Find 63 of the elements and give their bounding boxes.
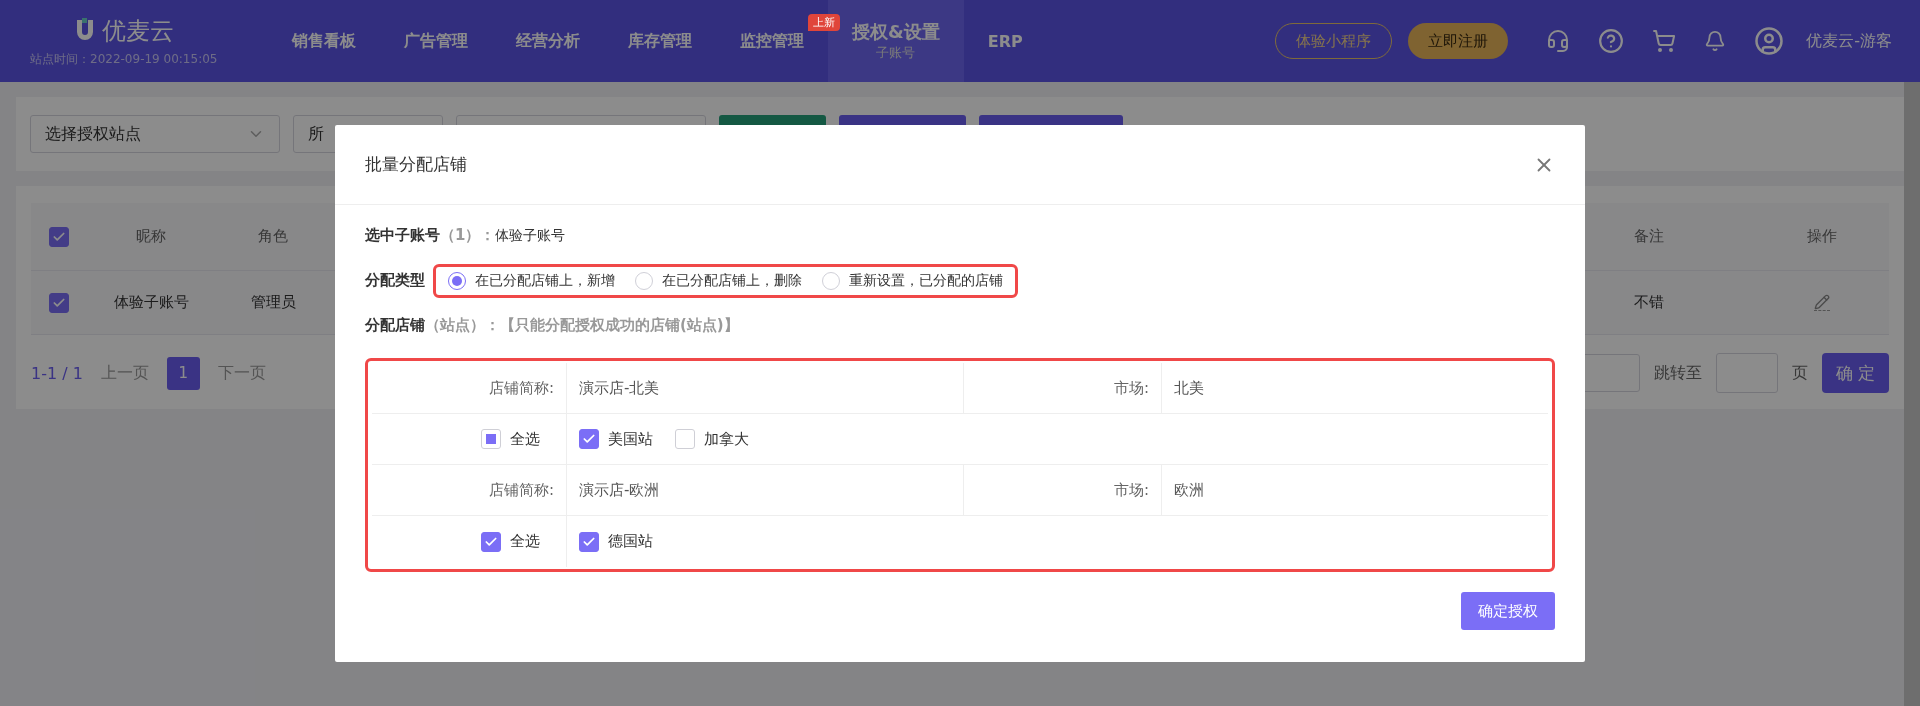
checkbox[interactable] (675, 429, 695, 449)
column-header: 备注 (1633, 227, 1665, 246)
confirm-button[interactable]: 确 定 (1821, 353, 1889, 393)
checkbox[interactable] (48, 292, 69, 313)
new-badge: 上新 (808, 14, 840, 31)
avatar-icon[interactable] (1754, 26, 1785, 56)
register-button[interactable]: 立即注册 (1408, 23, 1509, 59)
nav-tab[interactable]: 广告管理 (380, 0, 492, 82)
dialog-title: 批量分配店铺 (365, 153, 467, 176)
table-cell: 欧洲 (1162, 465, 1548, 516)
table-cell: 演示店-欧洲 (567, 465, 964, 516)
radio-label: 在已分配店铺上，删除 (662, 271, 802, 290)
table-cell: 北美 (1162, 363, 1548, 414)
table-cell: 店铺简称: (372, 363, 567, 414)
hint-text: 【只能分配授权成功的店铺(站点)】 (500, 316, 739, 335)
checkbox-label: 加拿大 (704, 429, 749, 449)
nav-tab[interactable]: 经营分析 (492, 0, 604, 82)
column-header: 操作 (1805, 227, 1838, 246)
headset-icon[interactable] (1546, 29, 1571, 53)
table-cell: 市场: (964, 465, 1162, 516)
checkbox-label: 全选 (510, 429, 540, 449)
field-label: 分配类型 (365, 271, 425, 290)
page-unit: 页 (1791, 362, 1808, 384)
radio-label: 在已分配店铺上，新增 (475, 271, 615, 290)
table-cell-text: 体验子账号 (112, 293, 190, 312)
confirm-authorize-button[interactable]: 确定授权 (1461, 592, 1555, 630)
jump-label: 跳转至 (1653, 362, 1702, 384)
checkbox[interactable] (48, 226, 69, 247)
checkbox-label: 德国站 (608, 532, 653, 551)
field-sublabel: （站点）： (425, 316, 500, 335)
nav-tab[interactable]: 库存管理 (604, 0, 716, 82)
table-cell-text: 不错 (1633, 293, 1665, 312)
logo-text: 优麦云 (102, 15, 174, 47)
checkbox-label: 美国站 (608, 429, 653, 449)
nav-tab[interactable]: 销售看板 (268, 0, 380, 82)
checkbox-label: 全选 (510, 532, 540, 551)
selected-account: 体验子账号 (495, 226, 566, 245)
user-name[interactable]: 优麦云-游客 (1806, 30, 1892, 52)
bell-icon[interactable] (1704, 30, 1727, 52)
page-button[interactable]: 1 (166, 356, 200, 390)
checkbox[interactable] (481, 429, 501, 449)
checkbox[interactable] (579, 531, 599, 552)
page-range: 1-1 / 1 (31, 363, 83, 383)
field-label: 选中子账号 (365, 226, 440, 245)
edit-icon[interactable] (1813, 294, 1830, 311)
table-cell: 演示店-北美 (567, 363, 964, 414)
checkbox[interactable] (579, 429, 599, 449)
check-icon (582, 432, 596, 446)
selected-count: （1）： (440, 226, 496, 245)
site-select[interactable]: 选择授权站点 (30, 115, 280, 153)
column-header: 角色 (257, 227, 289, 246)
cart-icon[interactable] (1652, 29, 1677, 53)
table-cell: 店铺简称: (372, 465, 567, 516)
column-header: 昵称 (135, 227, 167, 246)
radio-option[interactable]: 在已分配店铺上，新增 (448, 271, 615, 290)
field-label: 分配店铺 (365, 316, 425, 335)
table-cell: 市场: (964, 363, 1162, 414)
table-cell-text: 管理员 (249, 293, 297, 312)
help-icon[interactable] (1598, 28, 1625, 54)
scrollbar[interactable] (1904, 82, 1920, 706)
partial-mark-icon (486, 434, 496, 444)
checkbox[interactable] (481, 531, 501, 552)
radio-option[interactable]: 在已分配店铺上，删除 (635, 271, 802, 290)
